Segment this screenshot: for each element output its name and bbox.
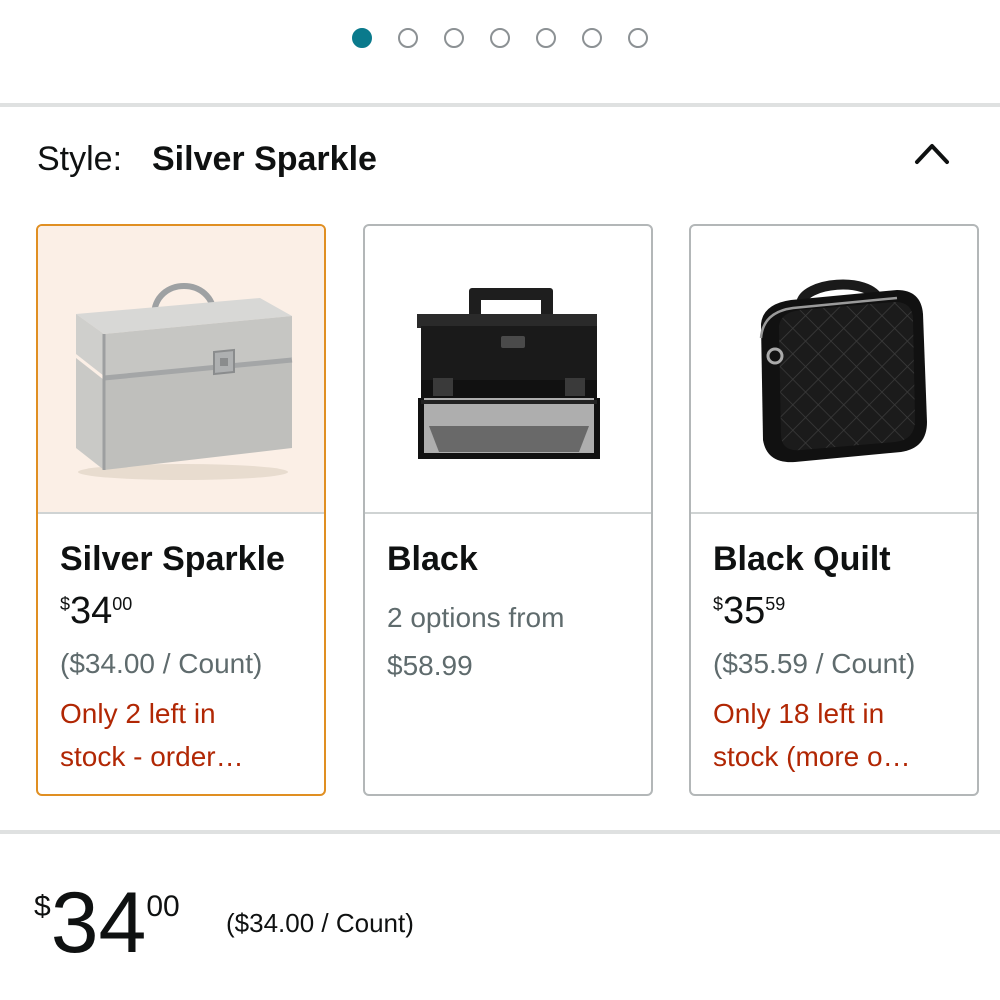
option-price: $3400 [60, 590, 132, 633]
options-line: 2 options from [387, 602, 565, 633]
black-quilt-bag-image [691, 226, 977, 514]
style-selected-value: Silver Sparkle [152, 140, 377, 178]
currency-symbol: $ [713, 594, 724, 614]
price-fraction: 59 [765, 594, 786, 614]
section-divider [0, 103, 1000, 107]
carousel-dot-1[interactable] [352, 28, 372, 48]
stock-line: Only 2 left in [60, 698, 216, 729]
carousel-dot-4[interactable] [490, 28, 510, 48]
currency-symbol: $ [34, 890, 51, 923]
option-name: Silver Sparkle [60, 540, 285, 578]
image-carousel-indicator [0, 28, 1000, 52]
price-whole: 34 [50, 875, 147, 971]
option-name: Black Quilt [713, 540, 891, 578]
option-stock-status: Only 2 left in stock - order… [60, 692, 310, 778]
section-divider [0, 830, 1000, 834]
option-price: $3559 [713, 590, 785, 633]
black-aluminum-case-image [365, 226, 651, 514]
price-whole: 34 [70, 590, 113, 632]
main-price: $3400 [34, 880, 180, 966]
carousel-dot-7[interactable] [628, 28, 648, 48]
main-unit-price: ($34.00 / Count) [226, 908, 414, 938]
stock-line: stock - order… [60, 741, 244, 772]
option-name: Black [387, 540, 478, 578]
carousel-dot-6[interactable] [582, 28, 602, 48]
price-fraction: 00 [112, 594, 133, 614]
silver-sparkle-case-image [38, 226, 324, 514]
option-availability: 2 options from $58.99 [387, 594, 564, 690]
option-stock-status: Only 18 left in stock (more o… [713, 692, 963, 778]
style-option-black-quilt[interactable]: Black Quilt $3559 ($35.59 / Count) Only … [689, 224, 979, 796]
chevron-up-icon[interactable] [912, 136, 952, 170]
price-whole: 35 [723, 590, 766, 632]
option-unit-price: ($35.59 / Count) [713, 648, 916, 679]
carousel-dot-3[interactable] [444, 28, 464, 48]
style-label: Style: [37, 140, 123, 178]
style-option-silver-sparkle[interactable]: Silver Sparkle $3400 ($34.00 / Count) On… [36, 224, 326, 796]
stock-line: Only 18 left in [713, 698, 885, 729]
carousel-dot-5[interactable] [536, 28, 556, 48]
price-fraction: 00 [146, 890, 180, 923]
stock-line: stock (more o… [713, 741, 911, 772]
currency-symbol: $ [60, 594, 71, 614]
option-unit-price: ($34.00 / Count) [60, 648, 263, 679]
options-line: $58.99 [387, 650, 473, 681]
carousel-dot-2[interactable] [398, 28, 418, 48]
style-option-black[interactable]: Black 2 options from $58.99 [363, 224, 653, 796]
